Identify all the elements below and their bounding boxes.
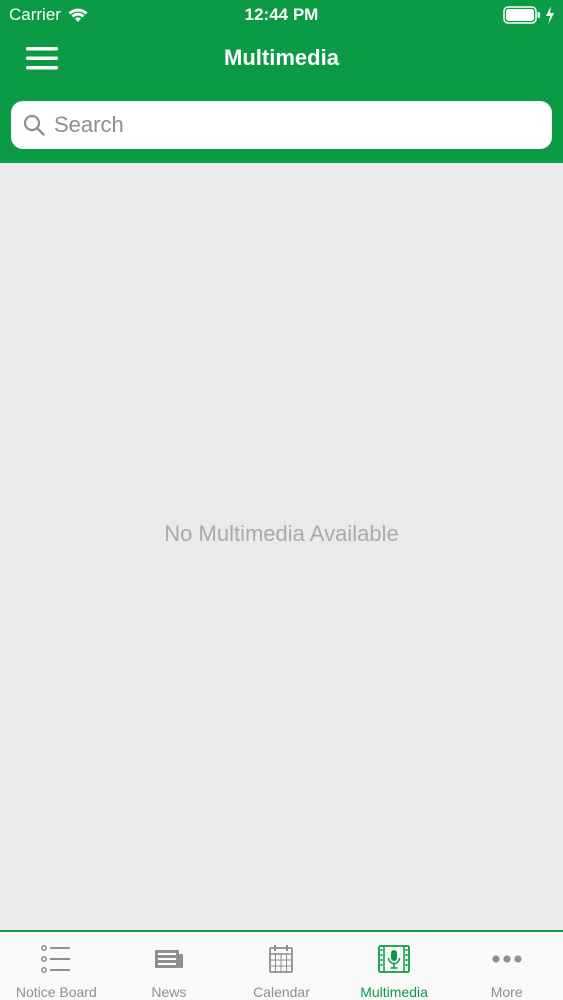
ellipsis-icon — [492, 955, 522, 963]
search-box[interactable] — [11, 101, 552, 149]
page-title: Multimedia — [224, 45, 339, 70]
navigation-bar: Multimedia — [0, 30, 563, 90]
empty-state-message: No Multimedia Available — [164, 521, 399, 546]
battery-icon — [503, 6, 540, 24]
tab-notice-board[interactable]: Notice Board — [0, 932, 113, 1000]
search-input[interactable] — [54, 112, 534, 138]
calendar-icon — [269, 945, 294, 973]
tab-label: Notice Board — [15, 984, 97, 1000]
search-icon — [23, 114, 45, 136]
multimedia-list: No Multimedia Available — [0, 163, 563, 930]
hamburger-menu-icon — [26, 47, 58, 70]
list-icon — [41, 945, 71, 973]
status-bar: Carrier 12:44 PM — [0, 0, 563, 30]
status-time: 12:44 PM — [244, 5, 319, 24]
tab-news[interactable]: News — [113, 932, 226, 1000]
tab-more[interactable]: More — [450, 932, 563, 1000]
tab-label: Calendar — [253, 984, 310, 1000]
newspaper-icon — [154, 950, 183, 968]
tab-label: News — [151, 984, 187, 1000]
tab-multimedia[interactable]: Multimedia — [338, 932, 451, 1000]
menu-button[interactable] — [22, 38, 62, 78]
charging-bolt-icon — [546, 6, 554, 24]
microphone-film-icon — [378, 945, 410, 973]
tab-bar: Notice Board News Calendar Multimedia Mo… — [0, 930, 563, 1000]
search-bar — [0, 90, 563, 163]
status-right — [503, 6, 555, 24]
tab-calendar[interactable]: Calendar — [225, 932, 338, 1000]
tab-label: Multimedia — [360, 984, 428, 1000]
tab-label: More — [490, 984, 523, 1000]
